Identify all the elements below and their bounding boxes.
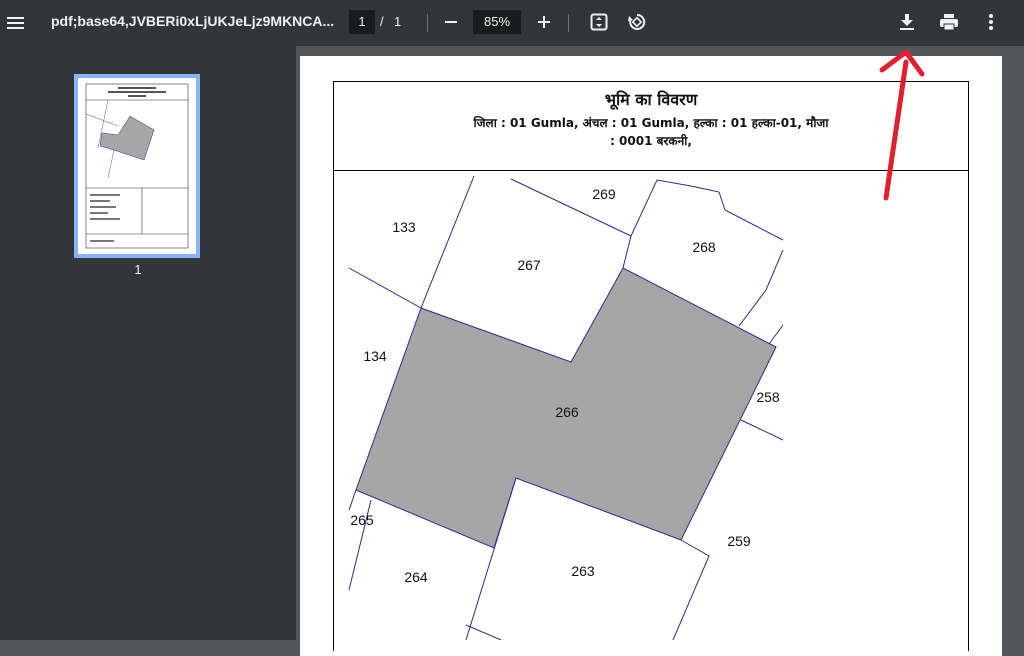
zoom-in-button[interactable]	[533, 11, 555, 33]
page-separator: /	[380, 14, 384, 29]
plot-map: 133 134 267 269 268 266 258 265 264 263 …	[348, 175, 784, 640]
plot-boundary	[465, 624, 502, 640]
plot-label: 266	[555, 404, 579, 420]
print-button[interactable]	[937, 11, 961, 33]
page-thumbnail-preview	[85, 83, 189, 249]
more-actions-button[interactable]	[980, 11, 1002, 33]
fit-page-button[interactable]	[588, 11, 610, 33]
page-number-input[interactable]: 1	[349, 10, 375, 34]
toolbar-divider	[427, 14, 428, 32]
plot-label: 269	[592, 186, 616, 202]
rotate-button[interactable]	[626, 11, 648, 33]
print-icon	[940, 14, 958, 31]
thumbnail-page-number: 1	[134, 262, 142, 277]
page-thumbnail[interactable]	[74, 74, 200, 258]
plot-label: 265	[350, 512, 374, 528]
hamburger-icon	[7, 17, 24, 29]
plot-label: 133	[392, 219, 416, 235]
plot-label: 263	[571, 563, 595, 579]
menu-button[interactable]	[4, 8, 28, 38]
zoom-level-input[interactable]: 85%	[473, 10, 521, 34]
plot-label: 258	[756, 389, 780, 405]
plot-label: 267	[517, 257, 541, 273]
zoom-out-button[interactable]	[440, 11, 462, 33]
rotate-icon	[628, 13, 646, 30]
page-total: 1	[394, 14, 402, 29]
plot-boundary	[630, 179, 784, 241]
plot-boundary	[740, 419, 784, 441]
plot-boundary	[420, 175, 475, 309]
minus-icon	[445, 21, 457, 23]
plot-boundary	[348, 489, 357, 511]
annotation-arrow-icon	[879, 49, 925, 201]
plot-boundary	[738, 249, 784, 327]
document-title: pdf;base64,JVBERi0xLjUKJeLjz9MKNCA...	[51, 13, 335, 29]
plus-icon	[538, 16, 550, 28]
plot-boundary	[348, 267, 422, 309]
toolbar-divider	[568, 14, 569, 32]
download-icon	[900, 14, 914, 30]
more-vertical-icon	[989, 14, 993, 30]
plot-label: 264	[404, 569, 428, 585]
plot-boundary	[672, 539, 710, 640]
plot-boundary	[768, 324, 784, 345]
plot-map-frame: 133 134 267 269 268 266 258 265 264 263 …	[333, 171, 969, 651]
download-button[interactable]	[896, 11, 918, 33]
plot-label: 134	[363, 348, 387, 364]
plot-label: 259	[727, 533, 751, 549]
plot-label: 268	[692, 239, 716, 255]
plot-boundary	[622, 235, 632, 269]
fit-to-page-icon	[590, 13, 608, 31]
